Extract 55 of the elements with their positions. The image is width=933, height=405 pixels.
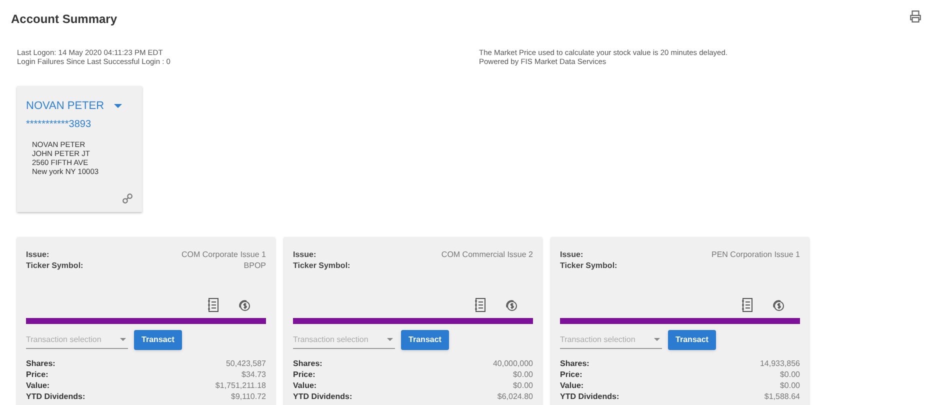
caret-icon [387,338,393,342]
stat-value: 14,933,856 [760,358,800,369]
stat-label: Shares: [293,358,322,369]
stat-value: $1,751,211.18 [215,380,266,391]
stat-value: $34.73 [242,369,266,380]
field-label: Ticker Symbol: [560,260,618,271]
field-label: Issue: [26,249,50,260]
stat-label: YTD Dividends: [26,391,86,402]
stat-value: 40,000,000 [492,358,533,369]
transact-button[interactable]: Transact [134,330,182,350]
transaction-select[interactable]: Transaction selection [560,331,662,349]
notebook-icon[interactable] [741,298,753,312]
stat-label: Shares: [560,358,590,369]
stat-value: $9,110.72 [231,391,266,402]
stat-label: Price: [26,369,48,380]
field-value: COM Corporate Issue 1 [182,249,266,260]
stat-value: 50,423,587 [226,358,266,369]
stat-label: Shares: [26,358,56,369]
field-label: Issue: [560,249,584,260]
notebook-icon[interactable] [474,298,486,312]
coin-icon[interactable] [504,298,518,312]
stat-value: $0.00 [780,369,800,380]
stat-label: Value: [560,380,584,391]
field-label: Issue: [293,249,316,260]
stat-value: $1,588.64 [764,391,800,402]
caret-icon [120,338,126,342]
field-value: COM Commercial Issue 2 [441,249,533,260]
field-value: PEN Corporation Issue 1 [712,249,800,260]
dropdown-caret-icon[interactable] [114,104,122,109]
stat-label: YTD Dividends: [560,391,620,402]
stat-value: $0.00 [512,380,533,391]
transact-button[interactable]: Transact [668,330,716,350]
stat-value: $6,024.80 [497,391,533,402]
notebook-icon[interactable] [207,298,219,312]
field-value: BPOP [244,260,266,271]
account-number: ***********3893 [26,118,92,132]
transaction-select[interactable]: Transaction selection [26,331,128,349]
stat-label: Value: [26,380,50,391]
field-label: Ticker Symbol: [293,260,350,271]
page-title: Account Summary [11,11,118,28]
stat-label: YTD Dividends: [293,391,352,402]
coin-icon[interactable] [771,298,785,312]
print-icon[interactable] [909,10,922,23]
stat-value: $0.00 [780,380,800,391]
link-icon[interactable] [122,193,133,204]
transact-button[interactable]: Transact [401,330,449,350]
stat-label: Price: [560,369,582,380]
caret-icon [654,338,660,342]
coin-icon[interactable] [237,298,251,312]
transaction-select[interactable]: Transaction selection [293,331,395,349]
account-name[interactable]: NOVAN PETER [26,98,104,114]
stat-label: Price: [293,369,316,380]
stat-label: Value: [293,380,317,391]
stat-value: $0.00 [512,369,533,380]
field-label: Ticker Symbol: [26,260,84,271]
